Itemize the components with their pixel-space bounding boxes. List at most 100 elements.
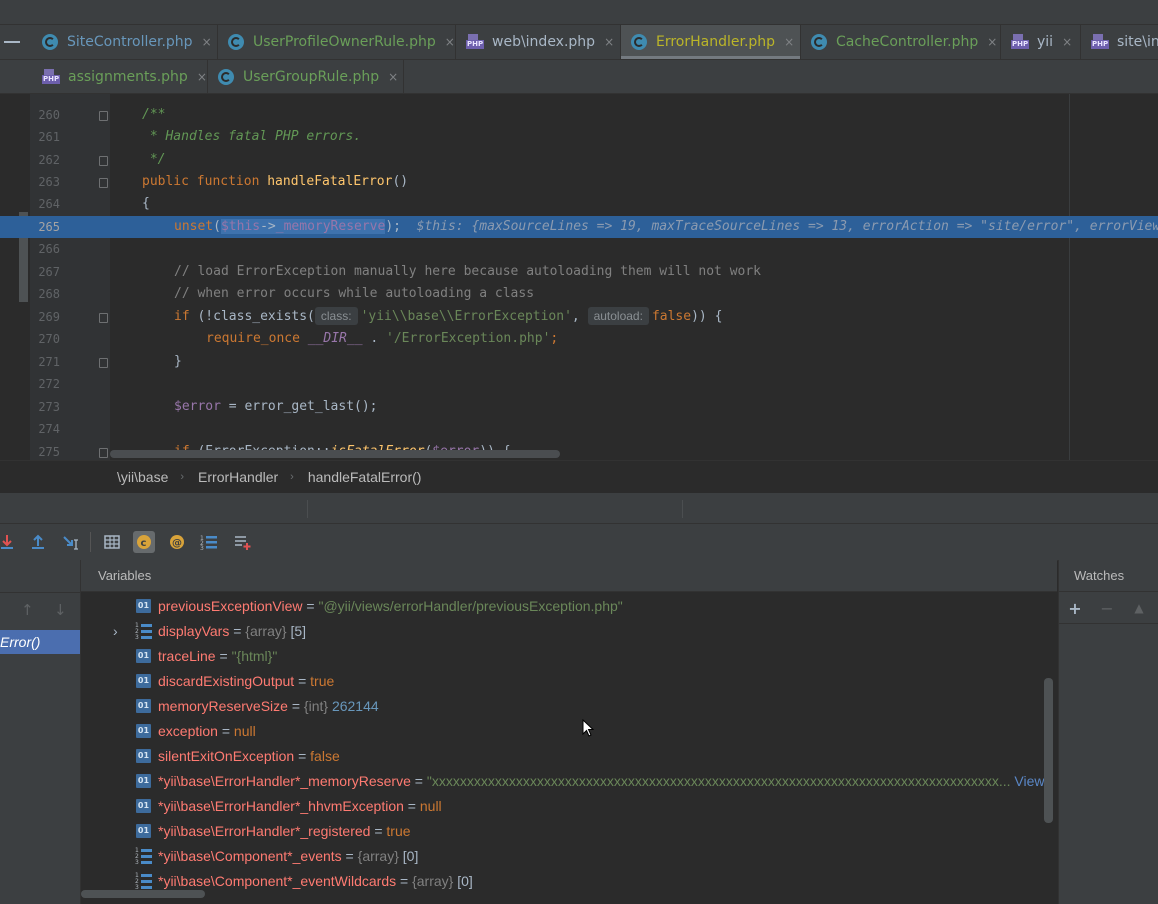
- variable-row[interactable]: 01 memoryReserveSize = {int} 262144: [81, 694, 1057, 719]
- variable-row[interactable]: 01 discardExistingOutput = true: [81, 669, 1057, 694]
- evaluate-icon[interactable]: [101, 531, 123, 553]
- stack-frame-item[interactable]: Error(): [0, 630, 80, 654]
- frame-up-icon[interactable]: ↑: [21, 601, 34, 619]
- tab-user-group-rule[interactable]: UserGroupRule.php ×: [208, 60, 404, 93]
- variables-horizontal-scrollbar[interactable]: [81, 890, 205, 898]
- class-icon: [811, 34, 827, 50]
- remove-watch-icon[interactable]: −: [1098, 599, 1116, 618]
- variable-row[interactable]: 01 *yii\base\ErrorHandler*_registered = t…: [81, 819, 1057, 844]
- variable-value: "xxxxxxxxxxxxxxxxxxxxxxxxxxxxxxxxxxxxxxx…: [426, 773, 1011, 789]
- variable-text: *yii\base\Component*_eventWildcards = {a…: [158, 869, 473, 894]
- collapse-icon[interactable]: [4, 41, 20, 43]
- field-icon: 01: [136, 774, 151, 788]
- php-file-icon: [466, 34, 485, 50]
- watches-pane: Watches + − ▲: [1058, 560, 1158, 904]
- tab-site-controller[interactable]: SiteController.php ×: [32, 25, 218, 59]
- variable-row[interactable]: 01 previousExceptionView = "@yii/views/er…: [81, 594, 1057, 619]
- code-line: 272: [0, 373, 1158, 395]
- variable-row[interactable]: › 1 2 3 displayVars = {array} [5]: [81, 619, 1057, 644]
- tab-label: web\index.php: [492, 34, 596, 50]
- code-text: }: [174, 354, 182, 369]
- code-line: 274: [0, 418, 1158, 440]
- step-out-icon[interactable]: [27, 531, 49, 553]
- array-icon: 123: [135, 873, 152, 891]
- expand-arrow-icon[interactable]: ›: [113, 619, 118, 644]
- debug-tool-window-header: [0, 492, 1158, 523]
- breadcrumb-namespace[interactable]: \yii\base: [117, 469, 168, 485]
- editor-tab-bar: SiteController.php × UserProfileOwnerRule…: [0, 25, 1158, 60]
- variable-value: null: [233, 723, 256, 739]
- variable-type: {array}: [412, 873, 458, 889]
- move-watch-up-icon[interactable]: ▲: [1130, 601, 1148, 615]
- frame-down-icon[interactable]: ↓: [54, 601, 67, 619]
- step-into-icon[interactable]: [0, 531, 18, 553]
- show-constants-icon[interactable]: c: [133, 531, 155, 553]
- code-line: 266: [0, 238, 1158, 260]
- code-line: 264 {: [0, 193, 1158, 215]
- editor-horizontal-scrollbar[interactable]: [110, 450, 560, 458]
- tab-assignments[interactable]: assignments.php ×: [32, 60, 208, 93]
- parameter-hint: autoload:: [587, 307, 649, 325]
- close-icon[interactable]: ×: [784, 35, 794, 49]
- fold-icon[interactable]: [99, 156, 108, 166]
- sort-icon[interactable]: 123: [198, 531, 220, 553]
- fold-icon[interactable]: [99, 111, 108, 121]
- restore-layout-icon[interactable]: [232, 531, 254, 553]
- variable-name: displayVars: [158, 623, 230, 639]
- tab-site-index[interactable]: site\in: [1081, 25, 1158, 59]
- close-icon[interactable]: ×: [445, 35, 455, 49]
- variable-row[interactable]: 01 *yii\base\ErrorHandler*_memoryReserve …: [81, 769, 1057, 794]
- close-icon[interactable]: ×: [388, 70, 398, 84]
- tab-web-index[interactable]: web\index.php ×: [456, 25, 621, 59]
- view-link[interactable]: View: [1010, 773, 1044, 789]
- code-text: public function handleFatalError(): [142, 171, 408, 193]
- fold-icon[interactable]: [99, 358, 108, 368]
- tab-error-handler[interactable]: ErrorHandler.php ×: [621, 25, 801, 59]
- tab-yii[interactable]: yii ×: [1001, 25, 1081, 59]
- code-text: ;: [550, 331, 559, 346]
- variable-row[interactable]: 01 traceLine = "{html}": [81, 644, 1057, 669]
- variable-value: [5]: [290, 623, 307, 639]
- tab-user-profile-owner-rule[interactable]: UserProfileOwnerRule.php ×: [218, 25, 456, 59]
- variable-name: exception: [158, 723, 218, 739]
- keyword: if: [174, 309, 198, 324]
- line-number: 262: [38, 153, 60, 167]
- variable-row[interactable]: 01 *yii\base\ErrorHandler*_hhvmException …: [81, 794, 1057, 819]
- frames-pane: ↑ ↓ Error(): [0, 560, 81, 904]
- variable-value: null: [419, 798, 442, 814]
- frames-header: ↑ ↓: [0, 560, 80, 619]
- variable-row[interactable]: 1 2 3 *yii\base\Component*_eventWildcards =…: [81, 869, 1057, 894]
- variable-text: discardExistingOutput = true: [158, 669, 334, 694]
- variable-name: *yii\base\Component*_events: [158, 848, 342, 864]
- variable-row[interactable]: 01 exception = null: [81, 719, 1057, 744]
- tab-cache-controller[interactable]: CacheController.php ×: [801, 25, 1001, 59]
- fold-icon[interactable]: [99, 313, 108, 323]
- breadcrumb-method[interactable]: handleFatalError(): [308, 469, 422, 485]
- line-number: 263: [38, 175, 60, 189]
- run-to-cursor-icon[interactable]: [60, 531, 82, 553]
- breadcrumb-class[interactable]: ErrorHandler: [198, 469, 278, 485]
- fold-icon[interactable]: [99, 178, 108, 188]
- variable-row[interactable]: 01 silentExitOnException = false: [81, 744, 1057, 769]
- watches-header: Watches: [1059, 560, 1158, 592]
- current-execution-line: 265 unset($this->_memoryReserve); $this: …: [0, 216, 1158, 238]
- variable-equals: =: [403, 798, 420, 814]
- code-text: )) {: [691, 309, 723, 324]
- tab-label: yii: [1037, 34, 1054, 50]
- close-icon[interactable]: ×: [202, 35, 212, 49]
- variables-scrollbar[interactable]: [1044, 678, 1053, 823]
- show-static-icon[interactable]: @: [166, 531, 188, 553]
- mouse-cursor-icon: [582, 719, 595, 737]
- close-icon[interactable]: ×: [197, 70, 207, 84]
- variable-value: true: [310, 673, 335, 689]
- variable-row[interactable]: 1 2 3 *yii\base\Component*_events = {array}…: [81, 844, 1057, 869]
- close-icon[interactable]: ×: [1062, 35, 1072, 49]
- close-icon[interactable]: ×: [604, 35, 614, 49]
- fold-icon[interactable]: [99, 448, 108, 458]
- code-line: 273 $error = error_get_last();: [0, 396, 1158, 418]
- add-watch-icon[interactable]: +: [1066, 599, 1084, 618]
- code-editor[interactable]: 260 /** 261 * Handles fatal PHP errors. 2…: [0, 94, 1158, 460]
- close-icon[interactable]: ×: [987, 35, 997, 49]
- variable: $this: [220, 219, 261, 234]
- variable-equals: =: [302, 598, 319, 614]
